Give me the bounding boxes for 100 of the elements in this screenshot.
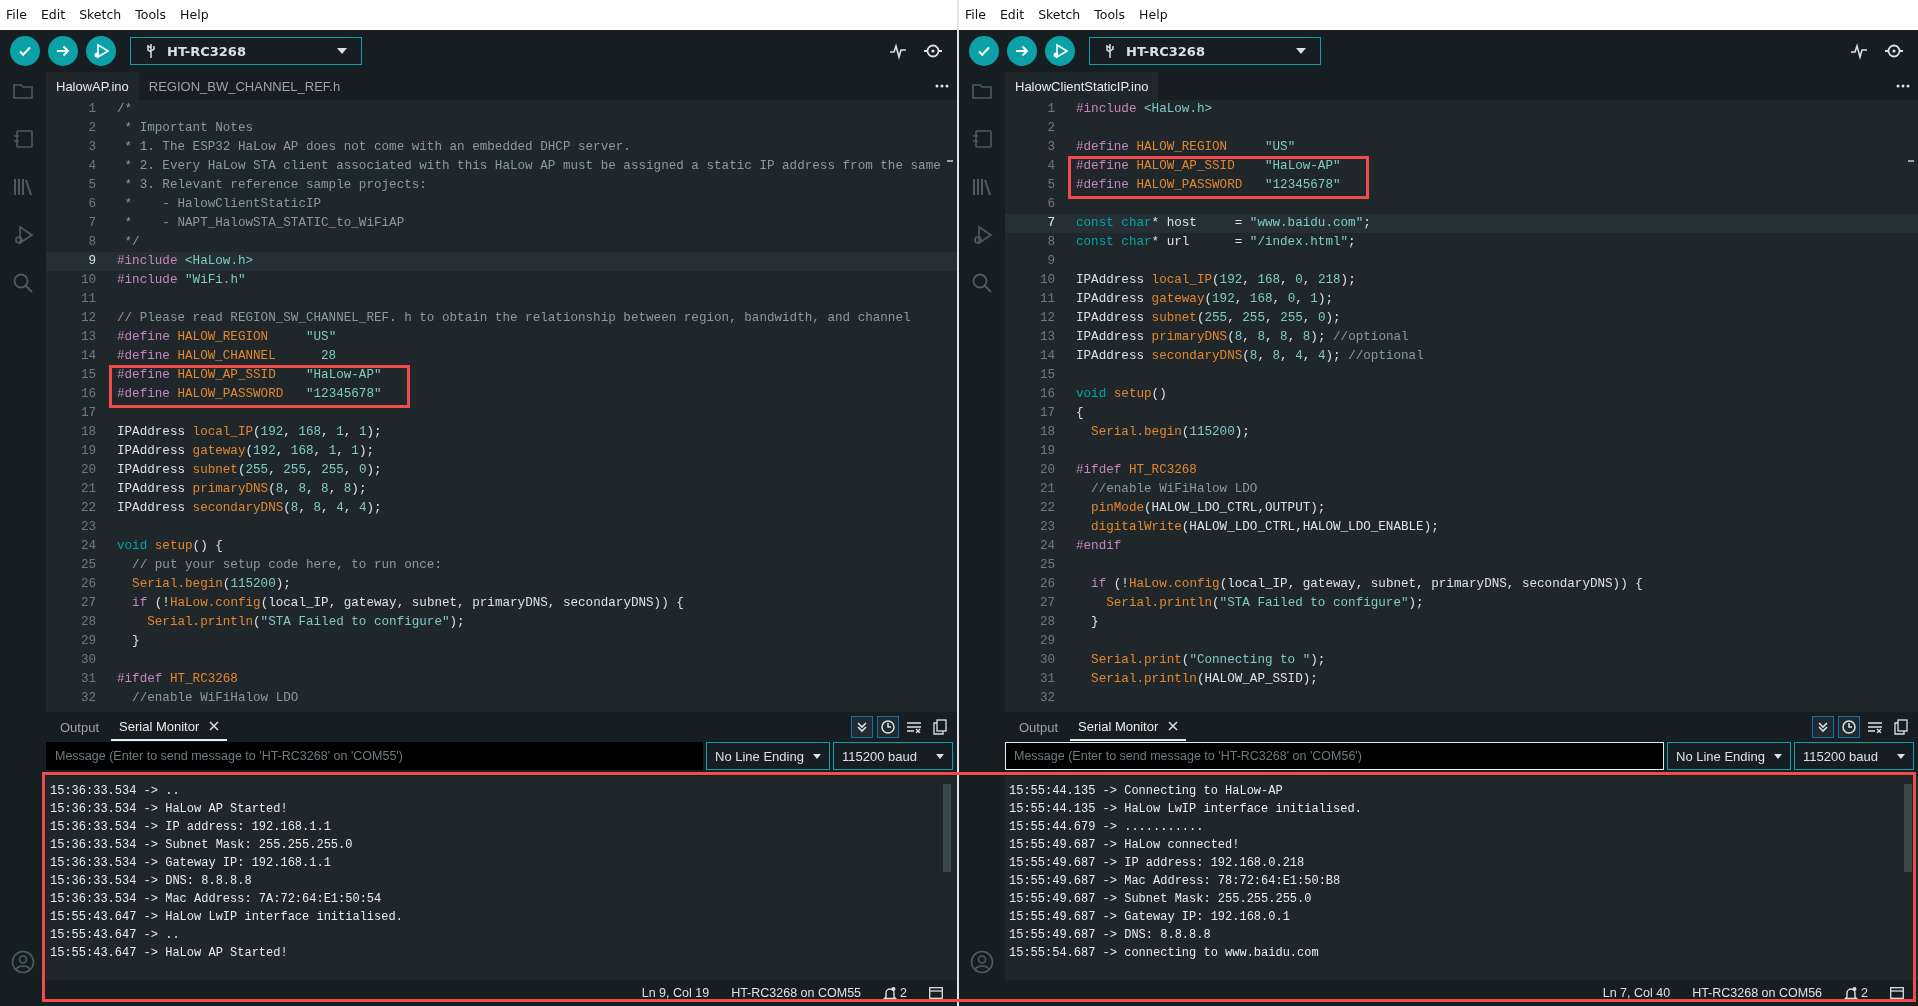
line-number: 8 [87,234,96,251]
line-number: 23 [79,519,96,536]
close-icon [209,721,220,731]
menu-item[interactable]: Edit [999,6,1025,24]
menu-item[interactable]: Tools [135,6,167,24]
line-number: 29 [79,633,96,650]
notifications-button[interactable]: 2 [883,986,907,1000]
baud-rate-dropdown[interactable]: 115200 baud [833,742,953,770]
code-line: #define HALOW_AP_SSID "HaLow-AP" [117,368,382,382]
line-number: 16 [1038,386,1055,403]
autoscroll-toggle[interactable] [851,716,873,738]
file-tab[interactable]: HalowClientStaticIP.ino [1005,72,1159,100]
line-number: 25 [1038,557,1055,574]
timestamp-toggle[interactable] [877,716,899,738]
debug-button[interactable] [1045,36,1075,66]
code-editor[interactable] [46,100,957,712]
code-line: * Important Notes [123,121,254,135]
code-line: if (!HaLow.config(local_IP, gateway, subnet, primaryDNS, secondaryDNS)) { [131,596,684,610]
search-button[interactable] [971,272,993,294]
file-tab[interactable]: REGION_BW_CHANNEL_REF.h [138,72,351,100]
code-editor[interactable] [1005,100,1918,712]
message-field[interactable]: Message (Enter to send message to 'HT-RC3268' on 'COM55') [46,742,703,770]
debug-panel-button[interactable] [971,224,993,246]
caret-icon [936,753,944,759]
code-line: */ [123,235,140,249]
search-button[interactable] [12,272,34,294]
debug-panel-button[interactable] [12,224,34,246]
board-port: HT-RC3268 on COM56 [1692,986,1823,1000]
code-line: Serial.println("STA Failed to configure"); [146,615,465,629]
line-number: 17 [79,405,96,422]
menu-item[interactable]: Sketch [79,6,122,24]
line-number: 13 [1038,329,1055,346]
arrow-right-icon [55,43,71,59]
menu-item[interactable]: Help [180,6,209,24]
person-icon [11,950,35,974]
menu-item[interactable]: Help [1139,6,1168,24]
line-number: 13 [79,329,96,346]
code-line: void setup() { [117,539,223,553]
clock-icon [1842,720,1856,734]
bell-icon [883,986,898,1000]
verify-button[interactable] [969,36,999,66]
library-manager-button[interactable] [971,176,993,198]
code-line: #define HALOW_PASSWORD "12345678" [117,387,382,401]
upload-button[interactable] [1007,36,1037,66]
menu-item[interactable]: Tools [1094,6,1126,24]
library-manager-button[interactable] [12,176,34,198]
board-selector[interactable]: HT-RC3268 [1089,37,1321,65]
pulse-icon [1850,42,1868,60]
autoscroll-toggle[interactable] [1812,716,1834,738]
code-line: Serial.println(HALOW_AP_SSID); [1090,672,1318,686]
line-number: 1 [87,101,96,118]
line-number: 14 [1038,348,1055,365]
arrow-right-icon [1014,43,1030,59]
code-line: IPAddress primaryDNS(8, 8, 8, 8); [117,482,367,496]
panel-tab[interactable]: Output [52,714,108,740]
line-number: 30 [79,652,96,669]
code-line: // Please read REGION_SW_CHANNEL_REF. h to obtain the relationship between region, bandwidth, and channel [117,311,911,325]
pulse-icon [889,42,907,60]
menu-item[interactable]: File [6,6,27,24]
caret-icon [337,48,347,54]
code-line: * - HalowClientStaticIP [123,197,322,211]
close-icon [1168,721,1179,731]
line-number: 16 [79,386,96,403]
notifications-button[interactable]: 2 [1844,986,1868,1000]
verify-button[interactable] [10,36,40,66]
line-ending-dropdown[interactable]: No Line Ending [1667,742,1791,770]
timestamp-toggle[interactable] [1838,716,1860,738]
clock-icon [881,720,895,734]
account-button[interactable] [970,950,994,974]
code-line: IPAddress local_IP(192, 168, 1, 1); [117,425,382,439]
code-line: * 2. Every HaLow STA client associated with this HaLow AP must be assigned a static IP address from the same [123,159,941,173]
output-line: 15:55:44.135 -> Connecting to HaLow-AP [1009,783,1284,800]
line-number: 1 [1046,101,1055,118]
output-line: 15:55:49.687 -> Gateway IP: 192.168.0.1 [1009,909,1291,926]
code-line: IPAddress primaryDNS(8, 8, 8, 8); //optional [1076,330,1409,344]
line-number: 23 [1038,519,1055,536]
more-icon [935,84,949,88]
code-line: Serial.begin(115200); [1090,425,1250,439]
debug-icon [1051,42,1069,60]
code-line: #define HALOW_PASSWORD "12345678" [1076,178,1341,192]
menu-item[interactable]: File [965,6,986,24]
output-line: 15:55:43.647 -> HaLow AP Started! [50,945,289,962]
upload-button[interactable] [48,36,78,66]
line-number: 3 [87,139,96,156]
debug-button[interactable] [86,36,116,66]
line-number: 20 [79,462,96,479]
toggle-panel-button[interactable] [1890,987,1904,999]
line-number: 27 [1038,595,1055,612]
account-button[interactable] [11,950,35,974]
line-ending-dropdown[interactable]: No Line Ending [706,742,830,770]
line-number: 22 [1038,500,1055,517]
menu-item[interactable]: Sketch [1038,6,1081,24]
line-number: 9 [1046,253,1055,270]
file-tab[interactable]: HalowAP.ino [46,72,139,100]
panel-tab[interactable]: Output [1011,714,1067,740]
menu-item[interactable]: Edit [40,6,66,24]
board-selector[interactable]: HT-RC3268 [130,37,362,65]
line-number: 26 [79,576,96,593]
toggle-panel-button[interactable] [929,987,943,999]
baud-rate-dropdown[interactable]: 115200 baud [1794,742,1914,770]
